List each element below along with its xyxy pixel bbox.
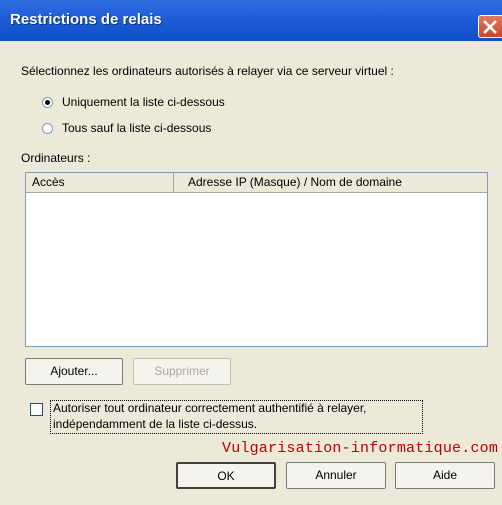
watermark-text: Vulgarisation-informatique.com xyxy=(222,440,499,457)
radio-only-list[interactable] xyxy=(42,97,53,108)
instructions-text: Sélectionnez les ordinateurs autorisés à… xyxy=(21,64,394,78)
add-button[interactable]: Ajouter... xyxy=(25,358,123,385)
radio-only-list-label[interactable]: Uniquement la liste ci-dessous xyxy=(62,95,225,109)
cancel-button[interactable]: Annuler xyxy=(286,462,386,489)
radio-all-except-list-label[interactable]: Tous sauf la liste ci-dessous xyxy=(62,121,211,135)
checkbox-label-line1[interactable]: Autoriser tout ordinateur correctement a… xyxy=(53,401,367,415)
close-icon xyxy=(483,20,497,34)
help-button[interactable]: Aide xyxy=(395,462,495,489)
remove-button[interactable]: Supprimer xyxy=(133,358,231,385)
computers-label: Ordinateurs : xyxy=(21,151,91,165)
list-header: Accès Adresse IP (Masque) / Nom de domai… xyxy=(26,173,487,193)
ok-button[interactable]: OK xyxy=(176,462,276,489)
authenticated-relay-checkbox[interactable] xyxy=(30,403,43,416)
dialog-window: Restrictions de relais Sélectionnez les … xyxy=(0,0,502,505)
title-bar: Restrictions de relais xyxy=(0,0,502,41)
radio-all-except-list[interactable] xyxy=(42,123,53,134)
column-header-address[interactable]: Adresse IP (Masque) / Nom de domaine xyxy=(174,173,487,192)
checkbox-label-line2[interactable]: indépendamment de la liste ci-dessus. xyxy=(53,417,257,431)
close-button[interactable] xyxy=(478,15,502,38)
column-header-access[interactable]: Accès xyxy=(26,173,174,192)
computers-list[interactable]: Accès Adresse IP (Masque) / Nom de domai… xyxy=(25,172,488,347)
window-title: Restrictions de relais xyxy=(10,11,162,28)
